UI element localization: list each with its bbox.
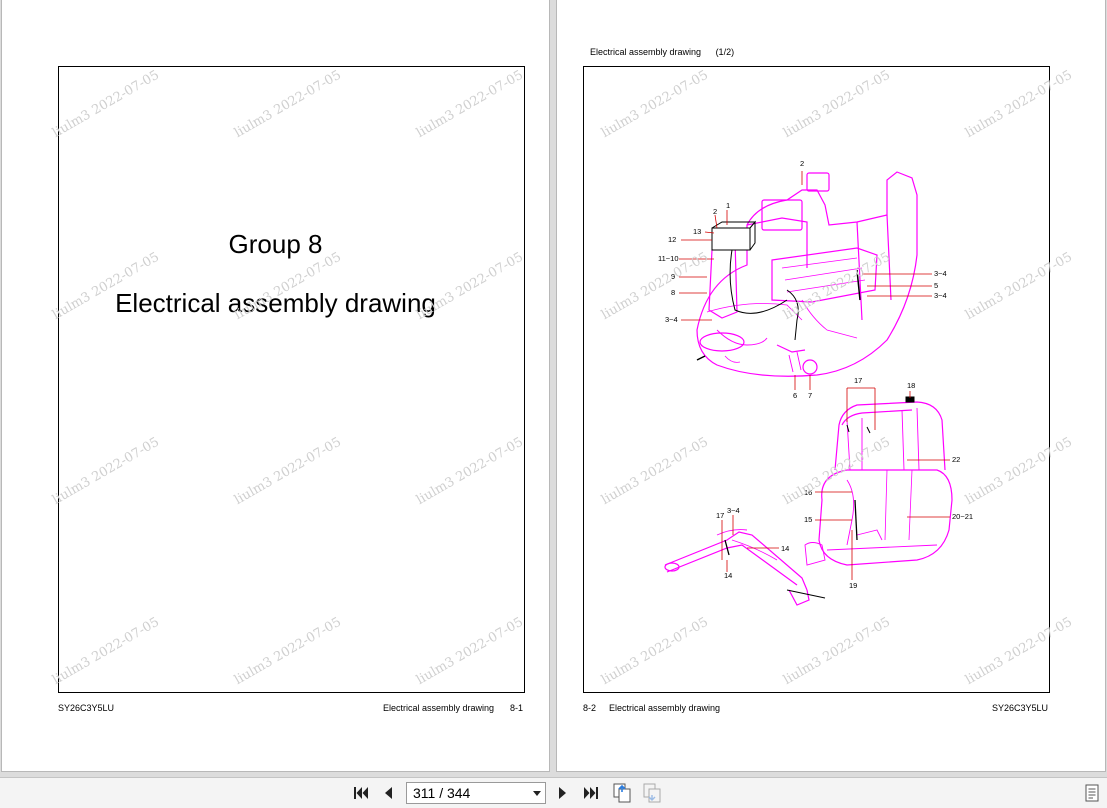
prev-page-button[interactable] [378, 782, 398, 804]
callout-label: 9 [671, 272, 675, 281]
callout-label: 7 [808, 391, 812, 400]
left-page-frame [58, 66, 525, 693]
right-page: Electrical assembly drawing (1/2) 1 2 2 … [557, 0, 1105, 771]
callout-label: 17 [716, 511, 724, 520]
next-page-button[interactable] [553, 782, 573, 804]
callout-label: 3~4 [934, 269, 947, 278]
callout-label: 3~4 [665, 315, 678, 324]
callout-label: 11~10 [658, 254, 679, 263]
callout-label: 2 [800, 159, 804, 168]
document-icon [1085, 784, 1099, 802]
electrical-assembly-drawing: 1 2 2 13 12 11~10 9 8 3~4 3~4 5 3~4 6 7 … [658, 159, 973, 606]
document-properties-button[interactable] [1082, 782, 1102, 804]
callout-label: 6 [793, 391, 797, 400]
footer-page-number: 8-1 [510, 703, 524, 713]
callout-label: 14 [781, 544, 789, 553]
callout-label: 1 [726, 201, 730, 210]
chevron-down-icon [533, 791, 541, 796]
copy-page-icon [613, 783, 631, 803]
footer-title: Electrical assembly drawing [383, 703, 495, 713]
callout-label: 12 [668, 235, 676, 244]
page-indicator: 311 / 344 [413, 785, 471, 801]
callout-label: 14 [724, 571, 732, 580]
callout-label: 13 [693, 227, 701, 236]
callout-label: 2 [713, 207, 717, 216]
callout-label: 18 [907, 381, 915, 390]
callout-label: 3~4 [727, 506, 740, 515]
callout-label: 20~21 [952, 512, 973, 521]
footer-model: SY26C3Y5LU [992, 703, 1049, 713]
prev-page-icon [385, 787, 392, 799]
callout-label: 17 [854, 376, 862, 385]
left-page: Group 8 Electrical assembly drawing SY26… [2, 0, 549, 771]
callout-label: 3~4 [934, 291, 947, 300]
first-page-button[interactable] [350, 782, 372, 804]
last-page-icon [584, 787, 598, 799]
copy-page-disabled-button[interactable] [640, 782, 664, 804]
footer-page-number: 8-2 [583, 703, 597, 713]
callout-label: 16 [804, 488, 812, 497]
navigation-toolbar: 311 / 344 [0, 777, 1107, 808]
callout-label: 5 [934, 281, 938, 290]
copy-page-button[interactable] [610, 782, 634, 804]
callout-label: 22 [952, 455, 960, 464]
page-selector[interactable]: 311 / 344 [406, 782, 546, 804]
first-page-icon [354, 787, 368, 799]
copy-page-disabled-icon [643, 783, 661, 803]
footer-title: Electrical assembly drawing [609, 703, 721, 713]
section-title: Electrical assembly drawing [115, 288, 436, 318]
group-title: Group 8 [228, 229, 323, 259]
last-page-button[interactable] [580, 782, 602, 804]
next-page-icon [559, 787, 566, 799]
callout-label: 15 [804, 515, 812, 524]
callout-label: 19 [849, 581, 857, 590]
footer-model: SY26C3Y5LU [58, 703, 115, 713]
callout-label: 8 [671, 288, 675, 297]
